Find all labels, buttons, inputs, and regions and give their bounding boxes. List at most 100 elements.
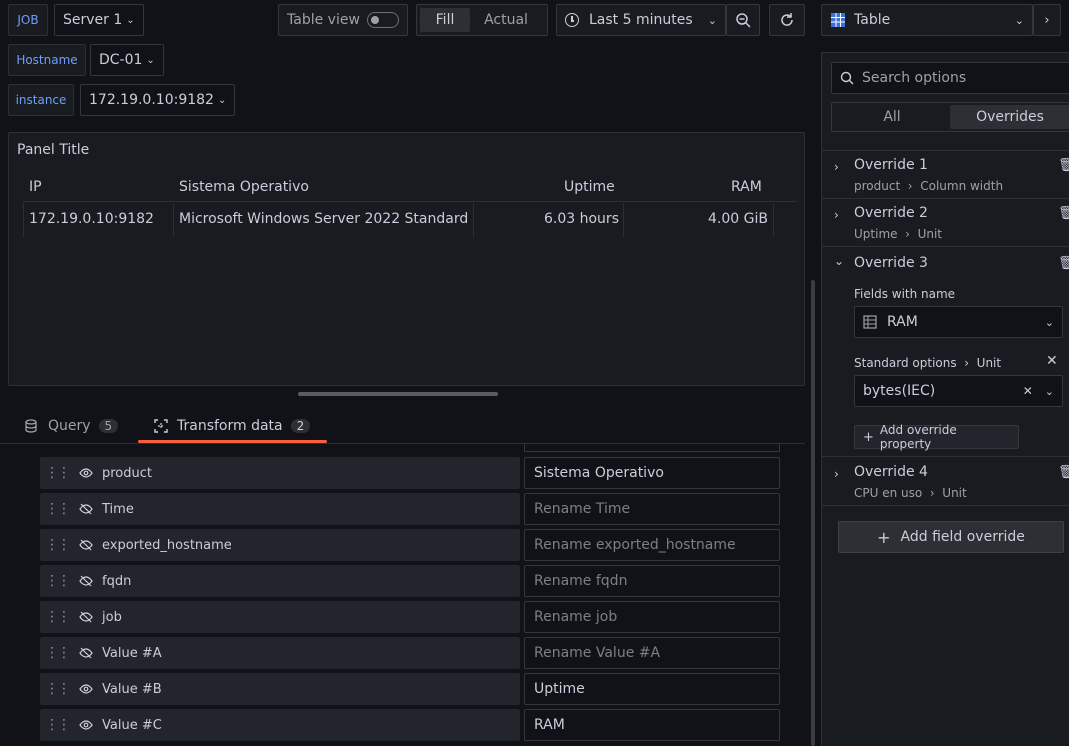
rename-field-input[interactable]: Rename Time — [524, 493, 780, 525]
fields-with-name-select[interactable]: RAM ⌄ — [854, 306, 1063, 338]
fields-with-name-value: RAM — [887, 314, 918, 330]
tab-overrides[interactable]: Overrides — [950, 105, 1069, 129]
trash-icon[interactable]: 🗑 — [1058, 256, 1069, 271]
options-tab-group: All Overrides — [831, 102, 1069, 132]
remove-property-icon[interactable]: ✕ — [1046, 353, 1058, 369]
hostname-variable-dropdown[interactable]: DC-01 ⌄ — [90, 44, 164, 76]
tab-transform-data[interactable]: Transform data 2 — [154, 414, 311, 438]
field-row-bar: ⋮⋮ Value #C — [40, 709, 520, 741]
tab-query[interactable]: Query 5 — [24, 414, 119, 438]
rename-field-input[interactable]: Rename job — [524, 601, 780, 633]
rename-field-input[interactable]: Rename Value #A — [524, 637, 780, 669]
field-name: Time — [102, 501, 134, 517]
override-4[interactable]: › Override 4 CPU en uso › Unit 🗑 — [822, 457, 1069, 505]
add-field-override-label: Add field override — [900, 529, 1025, 545]
rename-field-input[interactable]: Rename fqdn — [524, 565, 780, 597]
visualization-picker[interactable]: Table ⌄ — [821, 4, 1033, 36]
eye-slash-icon[interactable] — [74, 502, 98, 516]
fill-button[interactable]: Fill — [420, 8, 470, 32]
trash-icon[interactable]: 🗑 — [1058, 206, 1069, 221]
organize-field-row: ⋮⋮ Value #A Rename Value #A — [40, 637, 780, 669]
table-view-label: Table view — [287, 12, 360, 28]
clock-icon — [565, 13, 579, 27]
drag-handle-icon[interactable]: ⋮⋮ — [40, 717, 74, 733]
chevron-down-icon: ⌄ — [217, 94, 227, 106]
eye-slash-icon[interactable] — [74, 574, 98, 588]
search-options-placeholder: Search options — [862, 70, 967, 86]
column-header-uptime[interactable]: Uptime — [564, 179, 615, 195]
tab-transform-count: 2 — [290, 419, 311, 433]
unit-select[interactable]: bytes(IEC) ✕ ⌄ — [854, 375, 1063, 407]
eye-icon[interactable] — [74, 682, 98, 696]
override-2[interactable]: › Override 2 Uptime › Unit 🗑 — [822, 198, 1069, 246]
hostname-variable-label: Hostname — [8, 44, 86, 76]
transform-icon — [154, 419, 168, 433]
drag-handle-icon[interactable]: ⋮⋮ — [40, 645, 74, 661]
tab-transform-label: Transform data — [177, 418, 283, 434]
column-header-os[interactable]: Sistema Operativo — [179, 179, 309, 195]
eye-slash-icon[interactable] — [74, 646, 98, 660]
table-view-toggle[interactable]: Table view — [278, 4, 408, 36]
chevron-down-icon: ⌄ — [146, 54, 155, 66]
override-4-title: Override 4 — [854, 464, 928, 480]
trash-icon[interactable]: 🗑 — [1058, 158, 1069, 173]
field-row-bar: ⋮⋮ exported_hostname — [40, 529, 520, 561]
refresh-button[interactable] — [769, 4, 805, 36]
column-header-ip[interactable]: IP — [29, 179, 42, 195]
table-cell-ip: 172.19.0.10:9182 — [29, 211, 154, 227]
actual-button[interactable]: Actual — [470, 8, 542, 32]
toggle-switch[interactable] — [367, 12, 399, 28]
chevron-right-icon: › — [1044, 12, 1050, 28]
override-1[interactable]: › Override 1 product › Column width 🗑 — [822, 150, 1069, 198]
tab-all[interactable]: All — [834, 105, 950, 129]
drag-handle-icon[interactable]: ⋮⋮ — [40, 609, 74, 625]
drag-handle-icon[interactable]: ⋮⋮ — [40, 681, 74, 697]
drag-handle-icon[interactable]: ⋮⋮ — [40, 537, 74, 553]
trash-icon[interactable]: 🗑 — [1058, 465, 1069, 480]
chevron-right-icon: › — [834, 467, 839, 481]
job-variable-dropdown[interactable]: Server 1 ⌄ — [54, 4, 144, 36]
eye-slash-icon[interactable] — [74, 610, 98, 624]
panel-resize-handle[interactable] — [298, 392, 498, 396]
column-header-ram[interactable]: RAM — [731, 179, 762, 195]
panel-preview: Panel Title IP Sistema Operativo Uptime … — [8, 132, 805, 386]
override-2-field: Uptime › Unit — [854, 227, 943, 241]
field-name: exported_hostname — [102, 537, 232, 553]
plus-icon: + — [877, 527, 891, 547]
unit-value: bytes(IEC) — [863, 383, 936, 399]
drag-handle-icon[interactable]: ⋮⋮ — [40, 501, 74, 517]
drag-handle-icon[interactable]: ⋮⋮ — [40, 465, 74, 481]
field-row-bar: ⋮⋮ product — [40, 457, 520, 489]
organize-field-row: ⋮⋮ fqdn Rename fqdn — [40, 565, 780, 597]
instance-variable-dropdown[interactable]: 172.19.0.10:9182 ⌄ — [80, 84, 236, 116]
eye-slash-icon[interactable] — [74, 538, 98, 552]
fields-with-name-label: Fields with name — [854, 287, 956, 301]
rename-field-input[interactable]: RAM — [524, 709, 780, 741]
instance-variable-label: instance — [8, 84, 74, 116]
add-override-property-button[interactable]: + Add override property — [854, 423, 1019, 451]
eye-icon[interactable] — [74, 718, 98, 732]
clear-icon[interactable]: ✕ — [1023, 384, 1033, 398]
instance-variable-value: 172.19.0.10:9182 — [89, 92, 214, 108]
field-row-bar: ⋮⋮ Time — [40, 493, 520, 525]
organize-field-row: ⋮⋮ job Rename job — [40, 601, 780, 633]
search-icon — [840, 71, 854, 85]
field-row-bar: ⋮⋮ fqdn — [40, 565, 520, 597]
eye-icon[interactable] — [74, 466, 98, 480]
rename-field-input[interactable]: Sistema Operativo — [524, 457, 780, 489]
hostname-variable-value: DC-01 — [99, 52, 143, 68]
collapse-options-button[interactable]: › — [1033, 4, 1061, 36]
add-field-override-button[interactable]: + Add field override — [838, 521, 1064, 553]
search-options-input[interactable]: Search options — [831, 62, 1069, 94]
rename-field-input[interactable]: Uptime — [524, 673, 780, 705]
drag-handle-icon[interactable]: ⋮⋮ — [40, 573, 74, 589]
organize-field-row: ⋮⋮ exported_hostname Rename exported_hostn… — [40, 529, 780, 561]
visualization-label: Table — [854, 12, 891, 28]
zoom-out-button[interactable] — [726, 4, 760, 36]
field-name: Value #B — [102, 681, 162, 697]
chevron-down-icon: ⌄ — [834, 254, 845, 268]
panel-title: Panel Title — [17, 142, 90, 158]
time-range-picker[interactable]: Last 5 minutes ⌄ — [556, 4, 726, 36]
rename-field-input[interactable]: Rename exported_hostname — [524, 529, 780, 561]
scrollbar[interactable] — [811, 280, 815, 746]
